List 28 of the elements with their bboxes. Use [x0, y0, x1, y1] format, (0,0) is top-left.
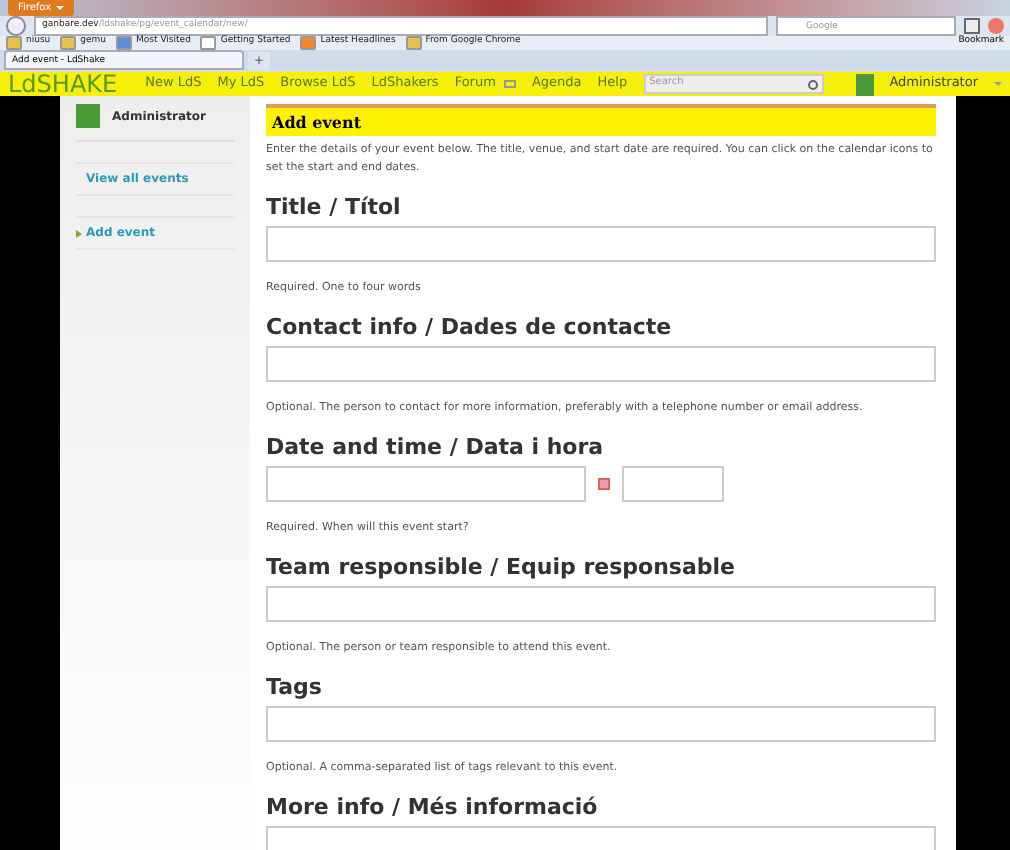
- caret-icon[interactable]: [994, 82, 1002, 86]
- search-icon: [808, 79, 819, 89]
- caret-icon: [55, 6, 64, 10]
- text-input[interactable]: [266, 706, 936, 742]
- mail-icon[interactable]: [503, 80, 516, 88]
- feed-icon: [300, 36, 317, 50]
- text-input[interactable]: [266, 346, 936, 382]
- folder-icon: [116, 36, 133, 50]
- user-avatar: [76, 104, 100, 128]
- field-label: Contact info / Dades de contacte: [266, 314, 674, 340]
- back-icon[interactable]: [6, 16, 26, 36]
- site-logo[interactable]: LdSHAKE: [8, 72, 118, 96]
- field-label: Date and time / Data i hora: [266, 434, 606, 460]
- folder-icon: [6, 36, 22, 50]
- field-label: Tags: [266, 674, 324, 700]
- text-input[interactable]: [266, 586, 936, 622]
- field-label: More info / Més informació: [266, 794, 600, 820]
- time-input[interactable]: [622, 466, 724, 502]
- text-input[interactable]: [266, 226, 936, 262]
- field-label: Title / Títol: [266, 194, 403, 220]
- date-input[interactable]: [266, 466, 586, 502]
- user-avatar[interactable]: [856, 73, 874, 95]
- page-title-bar: Add event: [266, 104, 936, 136]
- folder-icon: [60, 36, 77, 50]
- calendar-icon[interactable]: [598, 478, 610, 490]
- field-label: Team responsible / Equip responsable: [266, 554, 737, 580]
- page-icon: [200, 36, 217, 50]
- folder-icon: [405, 36, 422, 50]
